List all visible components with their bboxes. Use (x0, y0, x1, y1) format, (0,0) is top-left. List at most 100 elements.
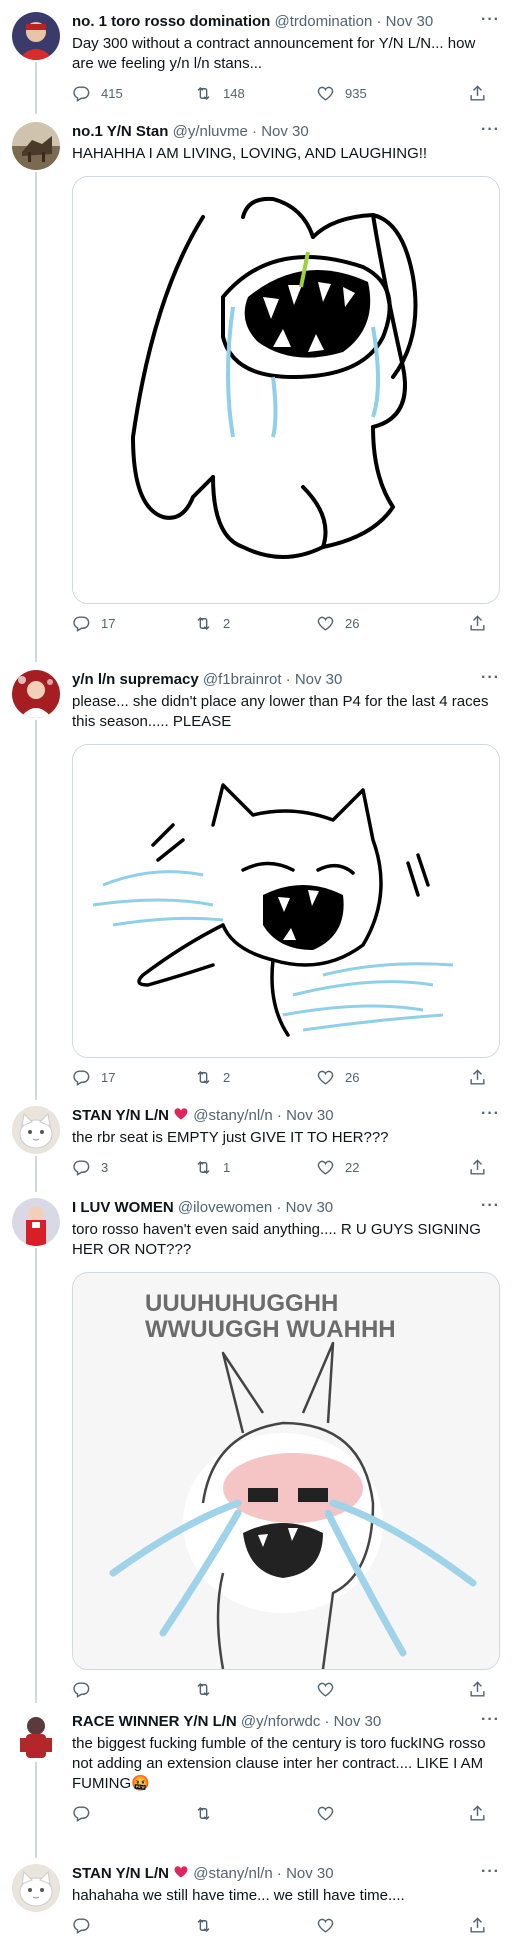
tweet-media[interactable] (72, 744, 500, 1058)
tweet-header: no. 1 toro rosso domination @trdominatio… (72, 12, 500, 32)
retweet-button[interactable]: 2 (194, 614, 230, 633)
like-button[interactable]: 26 (316, 614, 359, 633)
retweet-icon (197, 1682, 210, 1697)
tweet-text: toro rosso haven't even said anything...… (72, 1221, 481, 1258)
more-icon[interactable]: ··· (481, 122, 500, 138)
share-button[interactable] (468, 84, 487, 103)
more-icon[interactable]: ··· (481, 1198, 500, 1214)
like-icon (317, 1682, 334, 1697)
retweet-icon (197, 1806, 210, 1821)
retweet-button[interactable]: 2 (194, 1068, 230, 1087)
action-bar: 3 1 22 (72, 1158, 500, 1178)
share-icon (470, 1681, 485, 1697)
like-button[interactable]: 26 (316, 1068, 359, 1087)
separator: · (376, 13, 382, 30)
image-caption: UUUHUHUGGHH WWUUGGH WUAHHH (145, 1290, 396, 1343)
avatar[interactable] (12, 670, 60, 718)
display-name[interactable]: STAN Y/N L/N (72, 1865, 169, 1882)
more-icon[interactable]: ··· (481, 1712, 500, 1728)
crying-cat-drawing (73, 745, 499, 1057)
share-icon (470, 1069, 485, 1085)
like-button[interactable]: 935 (316, 84, 367, 103)
like-button[interactable]: 22 (316, 1158, 359, 1177)
retweet-icon (197, 1918, 210, 1933)
reply-button[interactable] (72, 1916, 101, 1935)
share-icon (470, 1917, 485, 1933)
timestamp[interactable]: Nov 30 (295, 671, 343, 688)
retweet-button[interactable] (194, 1804, 223, 1823)
display-name[interactable]: y/n l/n supremacy (72, 671, 199, 688)
retweet-button[interactable]: 1 (194, 1158, 230, 1177)
like-icon (317, 1160, 334, 1175)
tweet-media[interactable]: UUUHUHUGGHH WWUUGGH WUAHHH (72, 1272, 500, 1670)
more-icon[interactable]: ··· (481, 1106, 500, 1122)
timestamp[interactable]: Nov 30 (286, 1107, 334, 1124)
retweet-button[interactable] (194, 1680, 223, 1699)
avatar[interactable] (12, 12, 60, 60)
reply-button[interactable] (72, 1680, 101, 1699)
avatar[interactable] (12, 1106, 60, 1154)
reply-button[interactable]: 17 (72, 1068, 115, 1087)
retweet-icon (197, 1070, 210, 1085)
action-bar: 415 148 935 (72, 84, 500, 104)
reply-count: 415 (101, 86, 123, 101)
reply-button[interactable]: 17 (72, 614, 115, 633)
like-icon (317, 1070, 334, 1085)
handle[interactable]: @trdomination (275, 13, 373, 30)
retweet-count: 1 (223, 1160, 231, 1175)
avatar[interactable] (12, 1712, 60, 1760)
share-button[interactable] (468, 1068, 487, 1087)
retweet-button[interactable]: 148 (194, 84, 245, 103)
display-name[interactable]: I LUV WOMEN (72, 1199, 174, 1216)
reply-button[interactable] (72, 1804, 101, 1823)
action-bar (72, 1804, 500, 1824)
like-button[interactable] (316, 1680, 345, 1699)
share-button[interactable] (468, 1804, 487, 1823)
timestamp[interactable]: Nov 30 (286, 1199, 334, 1216)
reply-count: 17 (101, 616, 116, 631)
tweet-header: STAN Y/N L/N @stany/nl/n · Nov 30 (72, 1106, 500, 1126)
reply-icon (73, 1070, 90, 1086)
avatar[interactable] (12, 1864, 60, 1912)
reply-button[interactable]: 415 (72, 84, 123, 103)
more-icon[interactable]: ··· (481, 670, 500, 686)
retweet-count: 2 (223, 616, 231, 631)
tweet-text: Day 300 without a contract announcement … (72, 35, 476, 72)
tweet-text: please... she didn't place any lower tha… (72, 693, 489, 730)
timestamp[interactable]: Nov 30 (334, 1713, 382, 1730)
display-name[interactable]: RACE WINNER Y/N L/N (72, 1713, 237, 1730)
timestamp[interactable]: Nov 30 (261, 123, 309, 140)
reply-icon (73, 86, 90, 102)
like-count: 26 (345, 616, 360, 631)
reply-button[interactable]: 3 (72, 1158, 108, 1177)
tweet-text: hahahaha we still have time... we still … (72, 1887, 405, 1904)
more-icon[interactable]: ··· (481, 1864, 500, 1880)
handle[interactable]: @stany/nl/n (193, 1865, 272, 1882)
share-button[interactable] (468, 1680, 487, 1699)
retweet-button[interactable] (194, 1916, 223, 1935)
handle[interactable]: @ilovewomen (178, 1199, 272, 1216)
more-icon[interactable]: ··· (481, 12, 500, 28)
tweet-header: I LUV WOMEN @ilovewomen · Nov 30 (72, 1198, 500, 1218)
timestamp[interactable]: Nov 30 (286, 1865, 334, 1882)
action-bar: 17 2 26 (72, 614, 500, 634)
handle[interactable]: @stany/nl/n (193, 1107, 272, 1124)
tweet-media[interactable] (72, 176, 500, 604)
display-name[interactable]: no. 1 toro rosso domination (72, 13, 270, 30)
handle[interactable]: @y/nforwdc (241, 1713, 320, 1730)
handle[interactable]: @y/nluvme (173, 123, 248, 140)
timestamp[interactable]: Nov 30 (386, 13, 434, 30)
avatar[interactable] (12, 122, 60, 170)
retweet-icon (197, 1160, 210, 1175)
action-bar: 17 2 26 (72, 1068, 500, 1088)
avatar[interactable] (12, 1198, 60, 1246)
share-button[interactable] (468, 1916, 487, 1935)
share-button[interactable] (468, 1158, 487, 1177)
reply-count: 3 (101, 1160, 109, 1175)
handle[interactable]: @f1brainrot (203, 671, 282, 688)
like-button[interactable] (316, 1804, 345, 1823)
share-button[interactable] (468, 614, 487, 633)
like-button[interactable] (316, 1916, 345, 1935)
display-name[interactable]: no.1 Y/N Stan (72, 123, 168, 140)
display-name[interactable]: STAN Y/N L/N (72, 1107, 169, 1124)
